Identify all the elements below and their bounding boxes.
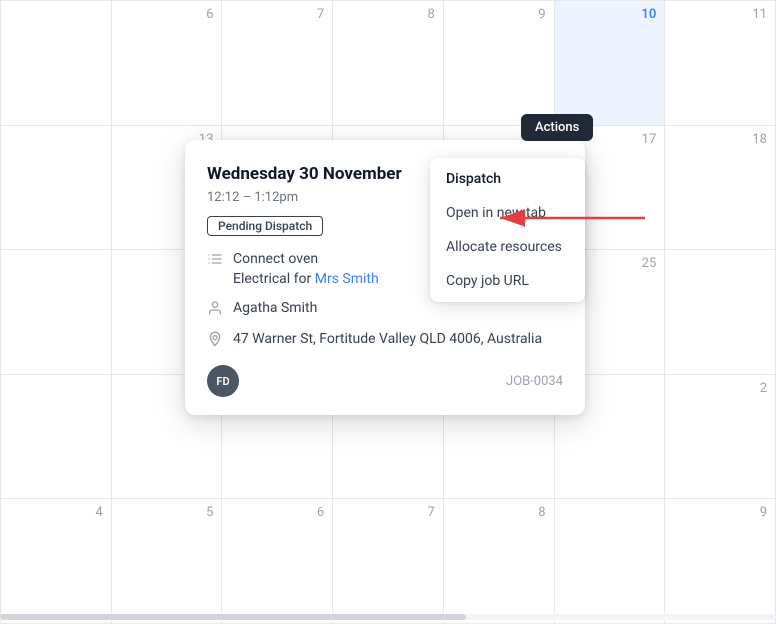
cell-number: 8 <box>452 505 546 520</box>
calendar-cell[interactable]: 10 <box>555 1 666 126</box>
description-icon <box>207 251 223 271</box>
dropdown-menu: DispatchOpen in new tabAllocate resource… <box>430 158 585 302</box>
cell-number: 4 <box>9 505 103 520</box>
person-row: Agatha Smith <box>207 299 563 320</box>
calendar-cell[interactable]: 9 <box>444 1 555 126</box>
cell-number: 6 <box>120 7 214 22</box>
person-name: Agatha Smith <box>233 299 317 319</box>
cell-number: 7 <box>341 505 435 520</box>
job-id: JOB-0034 <box>506 374 563 389</box>
calendar-cell[interactable] <box>1 375 112 500</box>
red-arrow-indicator <box>490 206 650 230</box>
calendar-cell[interactable]: 9 <box>665 499 776 624</box>
calendar-cell[interactable]: 2 <box>665 375 776 500</box>
address-text: 47 Warner St, Fortitude Valley QLD 4006,… <box>233 330 542 350</box>
actions-tooltip-label: Actions <box>535 120 579 135</box>
description-text: Connect oven Electrical for Mrs Smith <box>233 250 379 289</box>
cell-number: 9 <box>452 7 546 22</box>
status-badge[interactable]: Pending Dispatch <box>207 216 323 236</box>
calendar-cell[interactable] <box>1 1 112 126</box>
avatar: FD <box>207 365 239 397</box>
event-title: Wednesday 30 November <box>207 164 402 184</box>
description-line1: Connect oven <box>233 251 318 267</box>
cell-number: 7 <box>230 7 324 22</box>
calendar-cell[interactable]: 6 <box>112 1 223 126</box>
calendar-cell[interactable]: 6 <box>222 499 333 624</box>
description-line2: Electrical for Mrs Smith <box>233 271 379 287</box>
cell-number: 2 <box>673 381 767 396</box>
scrollbar-track[interactable] <box>0 614 776 620</box>
calendar-cell[interactable]: 18 <box>665 126 776 251</box>
cell-number: 11 <box>673 7 767 22</box>
calendar-cell[interactable]: 8 <box>444 499 555 624</box>
calendar-cell[interactable] <box>665 250 776 375</box>
calendar-cell[interactable]: 5 <box>112 499 223 624</box>
calendar-cell[interactable] <box>1 126 112 251</box>
calendar-cell[interactable] <box>1 250 112 375</box>
address-row: 47 Warner St, Fortitude Valley QLD 4006,… <box>207 330 563 351</box>
dropdown-item[interactable]: Dispatch <box>430 162 585 196</box>
cell-number: 18 <box>673 132 767 147</box>
dropdown-item[interactable]: Copy job URL <box>430 264 585 298</box>
event-footer: FD JOB-0034 <box>207 365 563 397</box>
dropdown-item[interactable]: Allocate resources <box>430 230 585 264</box>
cell-number: 9 <box>673 505 767 520</box>
calendar-cell[interactable]: 4 <box>1 499 112 624</box>
person-icon <box>207 300 223 320</box>
location-icon <box>207 331 223 351</box>
calendar-cell[interactable]: 8 <box>333 1 444 126</box>
calendar-cell[interactable]: 7 <box>222 1 333 126</box>
calendar-cell[interactable] <box>555 499 666 624</box>
calendar-cell[interactable]: 7 <box>333 499 444 624</box>
cell-number: 8 <box>341 7 435 22</box>
actions-tooltip: Actions <box>521 114 593 141</box>
calendar-cell[interactable]: 11 <box>665 1 776 126</box>
scrollbar-thumb[interactable] <box>0 614 466 620</box>
cell-number: 6 <box>230 505 324 520</box>
cell-number: 5 <box>120 505 214 520</box>
cell-number: 10 <box>563 7 657 22</box>
